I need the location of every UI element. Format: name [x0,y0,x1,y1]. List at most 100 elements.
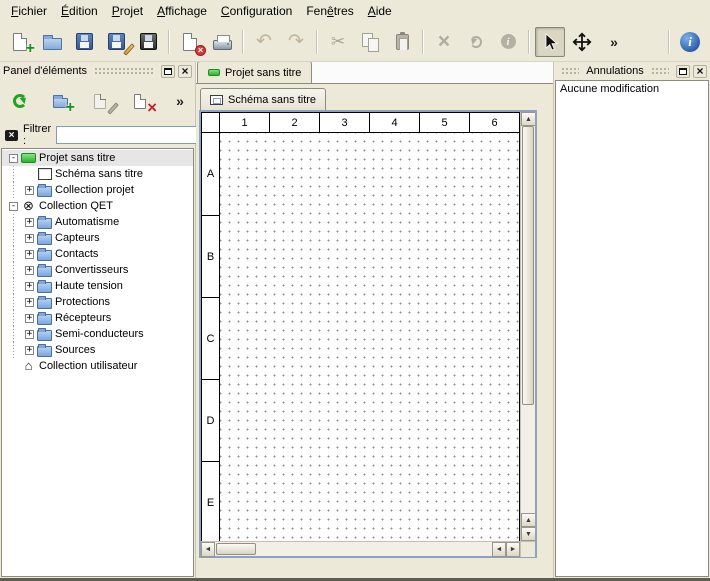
tree-expander[interactable]: + [25,266,34,275]
dock-drag-handle[interactable] [94,67,154,75]
tree-item[interactable]: - Projet sans titre [2,150,193,166]
print-button[interactable] [207,27,237,57]
diagram-canvas[interactable] [220,133,519,541]
tab-schema[interactable]: Schéma sans titre [200,88,326,110]
tree-expander[interactable]: - [9,154,18,163]
tree-expander[interactable]: + [25,186,34,195]
element-info-button[interactable] [493,27,523,57]
vertical-scrollbar[interactable] [520,112,535,541]
tree-expander[interactable]: + [25,282,34,291]
tree-item[interactable]: + Haute tension [2,278,193,294]
scroll-up-button[interactable] [521,513,535,527]
information-button[interactable] [675,27,705,57]
tree-item[interactable]: + Récepteurs [2,310,193,326]
tree-expander[interactable]: + [25,346,34,355]
tree-expander[interactable]: + [25,314,34,323]
paste-button[interactable] [387,27,417,57]
delete-element-button[interactable] [126,87,154,115]
horizontal-scrollbar[interactable] [201,542,520,556]
float-panel-button[interactable] [161,65,175,78]
close-document-button[interactable] [175,27,205,57]
tree-item[interactable]: Collection utilisateur [2,358,193,374]
float-panel-button[interactable] [676,65,690,78]
tree-item-label: Récepteurs [55,312,111,324]
tree-item[interactable]: + Automatisme [2,214,193,230]
scroll-left-button[interactable] [201,542,215,557]
tree-expander[interactable]: + [25,234,34,243]
tree-expander[interactable]: + [25,330,34,339]
clear-filter-button[interactable] [5,125,18,145]
open-project-button[interactable] [37,27,67,57]
vertical-scroll-track[interactable] [521,126,535,513]
save-all-button[interactable] [133,27,163,57]
tree-item-label: Automatisme [55,216,119,228]
undo-empty-text: Aucune modification [560,83,659,95]
undo-list[interactable]: Aucune modification [555,80,709,577]
tree-item[interactable]: + Capteurs [2,230,193,246]
edit-element-button[interactable] [86,87,114,115]
scroll-right-button[interactable] [506,542,520,557]
select-tool-button[interactable] [535,27,565,57]
filter-input[interactable] [56,126,206,144]
scroll-up-button[interactable] [521,112,535,126]
tree-item[interactable]: + Protections [2,294,193,310]
application-window: Fichier Édition Projet Affichage Configu… [0,0,710,581]
tree-item[interactable]: - Collection QET [2,198,193,214]
new-document-button[interactable] [5,27,35,57]
main-area: Panel d'éléments Filtrer : [0,62,710,578]
copy-button[interactable] [355,27,385,57]
column-header-row: 1 2 3 4 5 [202,113,519,133]
tree-expander[interactable]: + [25,298,34,307]
sheet-corner [202,113,220,132]
menu-item[interactable]: Fenêtres [299,2,360,20]
tree-expander[interactable]: - [9,202,18,211]
menu-item[interactable]: Affichage [150,2,214,20]
horizontal-scroll-thumb[interactable] [216,543,256,555]
menu-item[interactable]: Fichier [4,2,54,20]
tree-item[interactable]: + Convertisseurs [2,262,193,278]
tree-expander[interactable]: + [25,218,34,227]
toolbar-overflow-button[interactable] [599,27,629,57]
tree-item[interactable]: + Contacts [2,246,193,262]
new-element-button[interactable] [46,87,74,115]
project-icon [208,69,220,76]
move-tool-button[interactable] [567,27,597,57]
dock-drag-handle[interactable] [561,67,579,75]
delete-button[interactable] [429,27,459,57]
schema-icon [210,95,223,105]
menu-item[interactable]: Aide [361,2,399,20]
tree-item[interactable]: + Sources [2,342,193,358]
project-tab-label: Projet sans titre [225,67,301,79]
menu-item[interactable]: Projet [105,2,150,20]
redo-button[interactable] [281,27,311,57]
horizontal-scroll-track[interactable] [215,542,492,556]
reload-collections-button[interactable] [6,87,34,115]
tree-expander[interactable]: + [25,250,34,259]
delete-element-icon [129,90,151,112]
close-panel-button[interactable] [693,65,707,78]
diagram-sheet: 1 2 3 4 5 [201,112,520,541]
folder-icon [37,264,52,277]
close-panel-button[interactable] [178,65,192,78]
tree-item[interactable]: + Semi-conducteurs [2,326,193,342]
tab-project[interactable]: Projet sans titre [197,62,312,83]
scroll-left-button[interactable] [492,542,506,557]
menu-item[interactable]: Édition [54,2,105,20]
vertical-scroll-thumb[interactable] [522,126,534,405]
save-as-button[interactable] [101,27,131,57]
panel-overflow-button[interactable] [171,87,189,115]
filter-label: Filtrer : [23,123,51,147]
save-button[interactable] [69,27,99,57]
scroll-down-button[interactable] [521,527,535,541]
rotate-button[interactable] [461,27,491,57]
menu-item[interactable]: Configuration [214,2,299,20]
schema-tab-label: Schéma sans titre [228,94,316,106]
toolbar-separator [422,30,424,54]
tree-item[interactable]: Schéma sans titre [2,166,193,182]
move-tool-icon [571,31,593,53]
folder-icon [37,280,52,293]
dock-drag-handle[interactable] [651,67,669,75]
tree-item[interactable]: + Collection projet [2,182,193,198]
undo-button[interactable] [249,27,279,57]
cut-button[interactable] [323,27,353,57]
